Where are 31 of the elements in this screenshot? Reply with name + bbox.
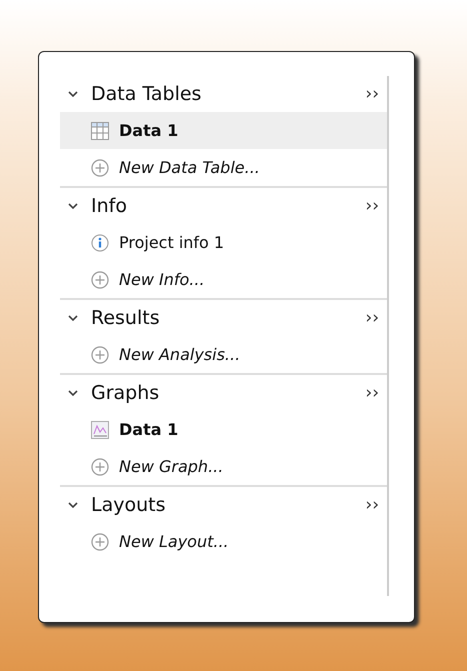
chevron-down-icon[interactable] xyxy=(68,203,78,209)
navigator-item[interactable]: New Analysis... xyxy=(60,336,387,373)
plus-icon xyxy=(91,158,109,176)
section-title[interactable]: Results xyxy=(91,307,366,329)
chevron-down-icon[interactable] xyxy=(68,502,78,508)
navigator-item[interactable]: Data 1 xyxy=(60,112,387,149)
table-icon xyxy=(91,122,109,140)
more-button[interactable]: ›› xyxy=(365,196,379,216)
navigator-item[interactable]: Data 1 xyxy=(60,411,387,448)
graph-icon xyxy=(91,420,109,438)
section-title[interactable]: Info xyxy=(91,195,366,217)
plus-icon xyxy=(91,532,109,550)
plus-icon xyxy=(91,458,109,476)
section-title[interactable]: Graphs xyxy=(91,382,366,404)
plus-icon xyxy=(91,346,109,364)
chevron-down-icon[interactable] xyxy=(68,315,78,321)
plus-icon xyxy=(91,270,109,288)
chevron-down-icon[interactable] xyxy=(68,91,78,97)
navigator-item[interactable]: New Data Table... xyxy=(60,149,387,186)
info-icon xyxy=(91,234,109,252)
chevron-down-icon[interactable] xyxy=(68,390,78,396)
section-title[interactable]: Data Tables xyxy=(91,83,366,105)
navigator-item[interactable]: Project info 1 xyxy=(60,224,387,261)
navigator-item[interactable]: New Graph... xyxy=(60,448,387,485)
more-button[interactable]: ›› xyxy=(365,308,379,328)
more-button[interactable]: ›› xyxy=(365,383,379,403)
more-button[interactable]: ›› xyxy=(365,495,379,515)
more-button[interactable]: ›› xyxy=(365,84,379,104)
section-title[interactable]: Layouts xyxy=(91,494,366,516)
navigator-item[interactable]: New Info... xyxy=(60,261,387,298)
navigator-item[interactable]: New Layout... xyxy=(60,523,387,560)
